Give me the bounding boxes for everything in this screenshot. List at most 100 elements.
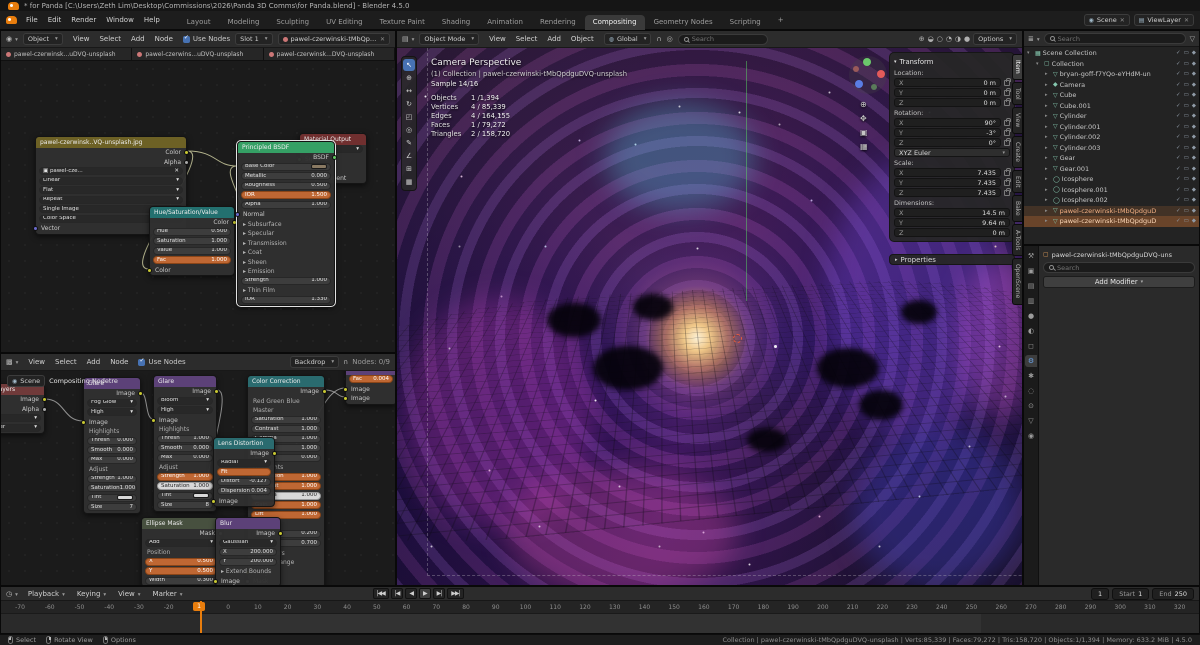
- properties-collapsed-panel[interactable]: ▸ Properties: [889, 254, 1015, 265]
- material-tab[interactable]: pawel-czerwinsk...uDVQ-unsplash: [1, 48, 133, 60]
- outliner-item-label[interactable]: Camera: [1060, 81, 1086, 89]
- render-visibility-icon[interactable]: ◆: [1192, 50, 1196, 56]
- node-row[interactable]: Hue 0.500: [150, 227, 234, 238]
- menu-item[interactable]: View: [113, 588, 145, 600]
- add-cube-tool[interactable]: ⊞: [403, 163, 415, 175]
- selectability-checkbox-icon[interactable]: ✓: [1176, 176, 1181, 182]
- viewport-visibility-icon[interactable]: ▭: [1184, 82, 1189, 88]
- scale-x-field[interactable]: X 7.435: [894, 168, 1001, 177]
- render-visibility-icon[interactable]: ◆: [1192, 187, 1196, 193]
- expand-arrow-icon[interactable]: ▸: [1045, 187, 1051, 193]
- selectability-checkbox-icon[interactable]: ✓: [1176, 61, 1181, 67]
- rotation-y-field[interactable]: Y -3°: [894, 128, 1001, 137]
- move-tool[interactable]: ↔: [403, 85, 415, 97]
- shading-rendered-icon[interactable]: ●: [964, 35, 970, 43]
- pan-icon[interactable]: ✥: [860, 114, 868, 123]
- viewport-visibility-icon[interactable]: ▭: [1184, 218, 1189, 224]
- workspace-tab[interactable]: Sculpting: [268, 15, 317, 30]
- cursor-tool[interactable]: ⊕: [403, 72, 415, 84]
- frame-ruler[interactable]: -70-60-50-40-30-20-100102030405060708090…: [1, 601, 1199, 614]
- render-visibility-icon[interactable]: ◆: [1192, 197, 1196, 203]
- view-layer-tab-icon[interactable]: ▥: [1025, 295, 1037, 307]
- viewport-visibility-icon[interactable]: ▭: [1184, 166, 1189, 172]
- node-row[interactable]: Flat ▾: [36, 186, 186, 196]
- start-frame-field[interactable]: Start 1: [1112, 587, 1150, 600]
- viewport-visibility-icon[interactable]: ▭: [1184, 92, 1189, 98]
- node-row[interactable]: Alpha 1.000: [238, 200, 334, 211]
- render-tab-icon[interactable]: ▣: [1025, 265, 1037, 277]
- outliner-row[interactable]: ▸ ▽ Cylinder ✓ ▭ ◆: [1024, 111, 1199, 122]
- node-row[interactable]: Add ▾: [142, 538, 220, 549]
- outliner-item-label[interactable]: pawel-czerwinski-tMbQpdguD: [1060, 217, 1157, 225]
- menu-item[interactable]: Add: [82, 356, 106, 368]
- extra-tool[interactable]: ▦: [403, 176, 415, 188]
- render-visibility-icon[interactable]: ◆: [1192, 92, 1196, 98]
- workspace-tab[interactable]: Geometry Nodes: [646, 15, 721, 30]
- outliner-row[interactable]: ▸ ▽ Cube ✓ ▭ ◆: [1024, 90, 1199, 101]
- render-visibility-icon[interactable]: ◆: [1192, 113, 1196, 119]
- node-row[interactable]: Thresh 0.000: [84, 436, 140, 447]
- particles-tab-icon[interactable]: ✱: [1025, 370, 1037, 382]
- modifiers-tab-icon[interactable]: ⚙: [1025, 355, 1037, 367]
- object-data-tab-icon[interactable]: ▽: [1025, 415, 1037, 427]
- render-visibility-icon[interactable]: ◆: [1192, 71, 1196, 77]
- sidebar-tab[interactable]: Tool: [1012, 81, 1022, 106]
- viewport-visibility-icon[interactable]: ▭: [1184, 71, 1189, 77]
- node-row[interactable]: X 0.500: [142, 557, 220, 568]
- sidebar-tab[interactable]: Create: [1012, 135, 1022, 168]
- workspace-tab[interactable]: Layout: [179, 15, 219, 30]
- lock-icon[interactable]: [1004, 177, 1011, 186]
- outliner-row[interactable]: ▸ ▽ Gear ✓ ▭ ◆: [1024, 153, 1199, 164]
- dimensions-y-field[interactable]: Y 9.64 m: [894, 218, 1010, 227]
- socket-dot[interactable]: [213, 578, 218, 584]
- viewport-visibility-icon[interactable]: ▭: [1184, 197, 1189, 203]
- workspace-tab[interactable]: Compositing: [584, 14, 645, 30]
- menu-item[interactable]: Select: [511, 33, 543, 45]
- render-visibility-icon[interactable]: ◆: [1192, 103, 1196, 109]
- node-row[interactable]: Strength 1.000: [154, 472, 216, 483]
- options-dropdown[interactable]: Options: [973, 33, 1017, 45]
- menu-item[interactable]: View: [484, 33, 511, 45]
- add-modifier-button[interactable]: Add Modifier ▾: [1043, 276, 1195, 288]
- menu-item[interactable]: Render: [66, 14, 101, 26]
- node-row[interactable]: Saturation1.000: [248, 415, 324, 426]
- socket-dot[interactable]: [272, 451, 277, 456]
- filter-icon[interactable]: ▽: [1190, 35, 1195, 43]
- expand-arrow-icon[interactable]: ▾: [1036, 61, 1042, 67]
- node-row[interactable]: Saturation1.000: [150, 237, 234, 247]
- workspace-tab[interactable]: Texture Paint: [372, 15, 433, 30]
- menu-item[interactable]: Marker: [148, 588, 188, 600]
- unlink-material-icon[interactable]: ✕: [380, 36, 385, 43]
- transform-orientation-dropdown[interactable]: ◍ Global: [603, 33, 652, 45]
- selectability-checkbox-icon[interactable]: ✓: [1176, 103, 1181, 109]
- selectability-checkbox-icon[interactable]: ✓: [1176, 197, 1181, 203]
- outliner-row[interactable]: ▸ ▽ pawel-czerwinski-tMbQpdguD ✓ ▭ ◆: [1024, 205, 1199, 216]
- expand-arrow-icon[interactable]: ▸: [1045, 155, 1051, 161]
- viewport-search[interactable]: [677, 33, 768, 45]
- render-visibility-icon[interactable]: ◆: [1192, 166, 1196, 172]
- annotate-tool[interactable]: ✎: [403, 137, 415, 149]
- menu-item[interactable]: Select: [50, 356, 82, 368]
- node-row[interactable]: View Layer▾: [1, 423, 44, 434]
- node-row[interactable]: Max 0.000: [154, 453, 216, 464]
- outliner-item-label[interactable]: Icosphere.002: [1062, 196, 1108, 204]
- dimensions-z-field[interactable]: Z0 m: [894, 228, 1010, 237]
- lock-icon[interactable]: [1004, 137, 1011, 146]
- outliner-item-label[interactable]: Cylinder: [1060, 112, 1087, 120]
- viewport-visibility-icon[interactable]: ▭: [1184, 124, 1189, 130]
- expand-arrow-icon[interactable]: ▸: [1045, 92, 1051, 98]
- previous-keyframe-button[interactable]: |◀: [390, 588, 404, 599]
- socket-dot[interactable]: [184, 159, 189, 165]
- show-gizmo-icon[interactable]: ⊕: [919, 35, 925, 43]
- path-scene-chip[interactable]: ◉ Scene: [7, 375, 46, 387]
- shader-mode-dropdown[interactable]: Object: [22, 33, 63, 45]
- viewport-visibility-icon[interactable]: ▭: [1184, 113, 1189, 119]
- socket-dot[interactable]: [33, 226, 38, 231]
- node-row[interactable]: Metallic 0.000: [238, 172, 334, 182]
- lock-icon[interactable]: [1004, 187, 1011, 196]
- rotation-x-field[interactable]: X 90°: [894, 118, 1001, 127]
- expand-arrow-icon[interactable]: ▸: [1045, 197, 1051, 203]
- node-row[interactable]: Strength 1.000: [84, 474, 140, 485]
- outliner-item-label[interactable]: Collection: [1052, 60, 1084, 68]
- blender-menu-icon[interactable]: [6, 16, 17, 24]
